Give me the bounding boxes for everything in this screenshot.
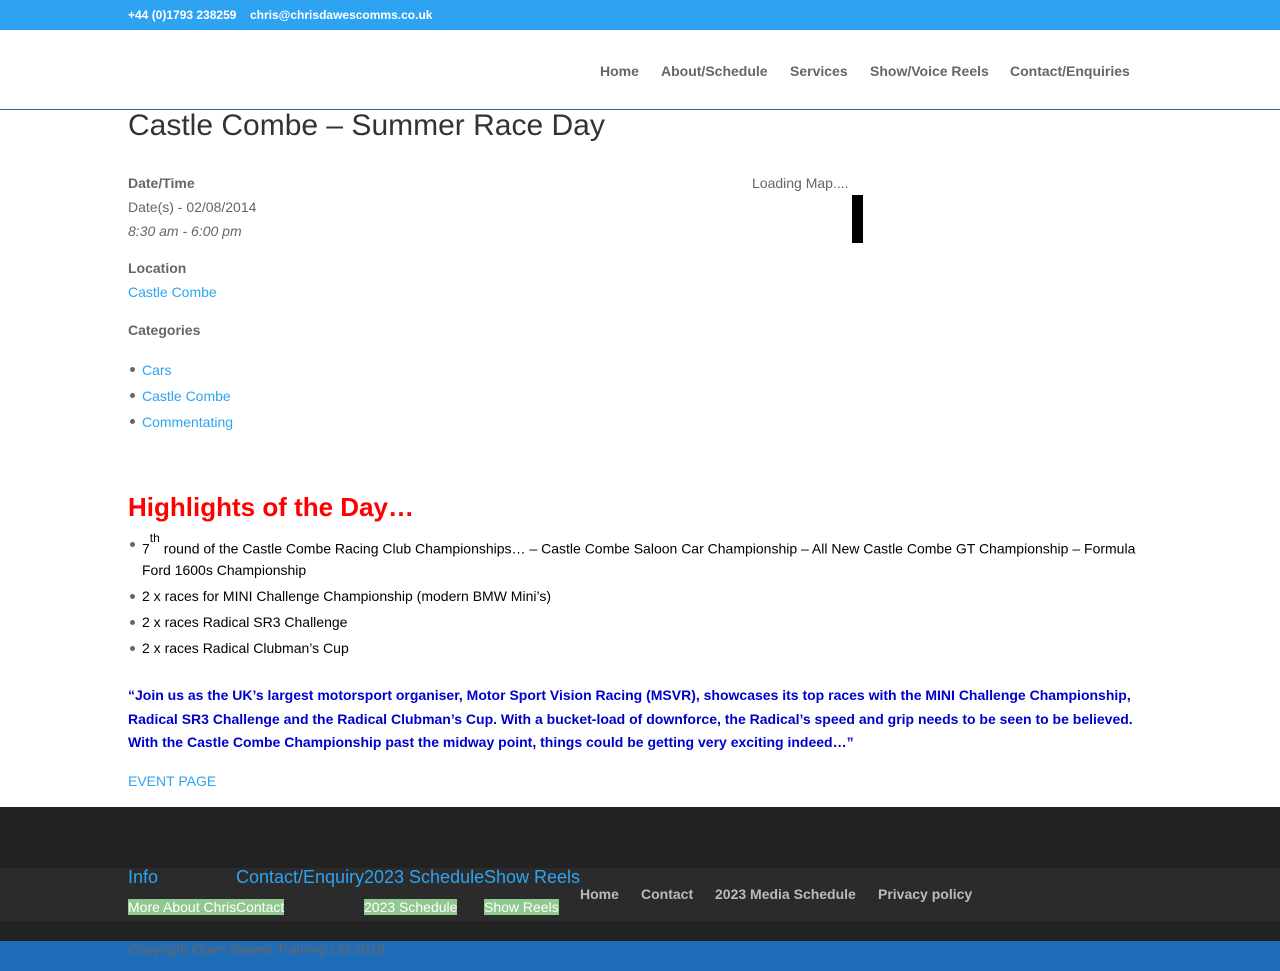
- footer-widget-reels-title: Show Reels: [484, 867, 581, 887]
- footer-widget-contact-title: Contact/Enquiry: [236, 867, 365, 887]
- nav-home[interactable]: Home: [600, 63, 639, 79]
- footer-widget-info-title: Info: [128, 867, 159, 887]
- nav-contact-enquiries[interactable]: Contact/Enquiries: [1010, 63, 1130, 79]
- phone-number[interactable]: +44 (0)1793 238259: [128, 8, 236, 22]
- event-time: 8:30 am - 6:00 pm: [128, 223, 242, 239]
- ordinal-suffix: th: [149, 531, 160, 545]
- footer-link-more-about-chris[interactable]: More About Chris: [128, 899, 237, 915]
- footer-nav-media-schedule[interactable]: 2023 Media Schedule: [715, 886, 856, 902]
- highlight-item-2: 2 x races for MINI Challenge Championshi…: [142, 588, 551, 604]
- footer-widget-schedule-title: 2023 Schedule: [364, 867, 485, 887]
- nav-services[interactable]: Services: [790, 63, 848, 79]
- copyright-text: Copyright Open Dawes Training Ltd 2019: [128, 941, 385, 957]
- list-bullet: [130, 620, 135, 625]
- categories-label: Categories: [128, 322, 201, 338]
- nav-about-schedule[interactable]: About/Schedule: [661, 63, 768, 79]
- site-header: Home About/Schedule Services Show/Voice …: [0, 30, 1280, 110]
- footer-link-2023-schedule[interactable]: 2023 Schedule: [364, 899, 458, 915]
- highlight-item-1-text: round of the Castle Combe Racing Club Ch…: [159, 540, 1136, 557]
- email-address[interactable]: chris@chrisdawescomms.co.uk: [250, 8, 432, 22]
- highlight-item-3: 2 x races Radical SR3 Challenge: [142, 614, 348, 630]
- highlight-item-1-continued: Ford 1600s Championship: [142, 562, 307, 578]
- page-title: Castle Combe – Summer Race Day: [128, 109, 605, 142]
- list-bullet: [130, 594, 135, 599]
- list-bullet: [130, 393, 135, 398]
- category-cars[interactable]: Cars: [142, 362, 172, 378]
- map-placeholder: [852, 195, 863, 243]
- highlights-heading: Highlights of the Day…: [128, 492, 414, 522]
- footer-link-contact[interactable]: Contact: [236, 899, 285, 915]
- list-bullet: [130, 419, 135, 424]
- datetime-label: Date/Time: [128, 175, 195, 191]
- footer-nav-contact[interactable]: Contact: [641, 886, 693, 902]
- event-page-link[interactable]: EVENT PAGE: [128, 773, 216, 789]
- round-number: 7: [142, 540, 150, 557]
- map-loading-text: Loading Map....: [752, 175, 849, 191]
- footer-link-show-reels[interactable]: Show Reels: [484, 899, 559, 915]
- location-label: Location: [128, 260, 187, 276]
- nav-show-voice-reels[interactable]: Show/Voice Reels: [870, 63, 989, 79]
- event-quote: “Join us as the UK’s largest motorsport …: [128, 687, 1133, 750]
- category-castle-combe[interactable]: Castle Combe: [142, 388, 231, 404]
- list-bullet: [130, 646, 135, 651]
- event-date: Date(s) - 02/08/2014: [128, 199, 257, 215]
- list-bullet: [130, 542, 135, 547]
- location-link[interactable]: Castle Combe: [128, 284, 217, 300]
- highlight-item-4: 2 x races Radical Clubman’s Cup: [142, 640, 349, 656]
- footer-nav-privacy-policy[interactable]: Privacy policy: [878, 886, 972, 902]
- footer-nav-home[interactable]: Home: [580, 886, 619, 902]
- top-bar: +44 (0)1793 238259 chris@chrisdawescomms…: [0, 0, 1280, 30]
- category-commentating[interactable]: Commentating: [142, 414, 233, 430]
- list-bullet: [130, 367, 135, 372]
